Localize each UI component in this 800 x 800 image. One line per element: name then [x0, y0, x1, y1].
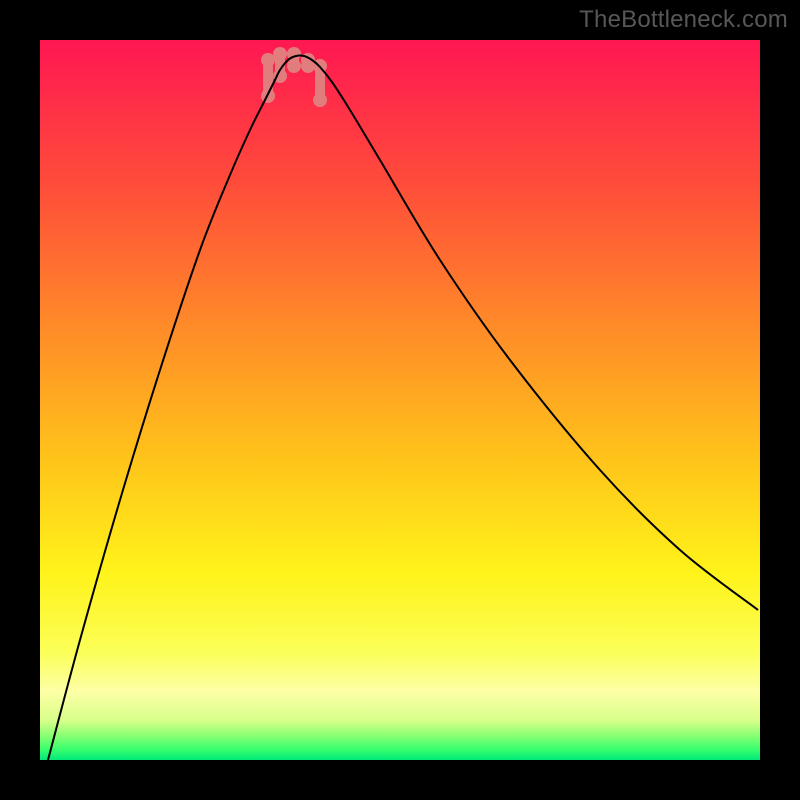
curve-layer [40, 40, 760, 760]
plot-area [40, 40, 760, 760]
chart-frame: TheBottleneck.com [0, 0, 800, 800]
trough-dot [313, 93, 327, 107]
bottleneck-curve [48, 56, 758, 761]
trough-dot [287, 59, 301, 73]
trough-dot [261, 53, 275, 67]
watermark-text: TheBottleneck.com [579, 6, 788, 34]
trough-dot [273, 47, 287, 61]
